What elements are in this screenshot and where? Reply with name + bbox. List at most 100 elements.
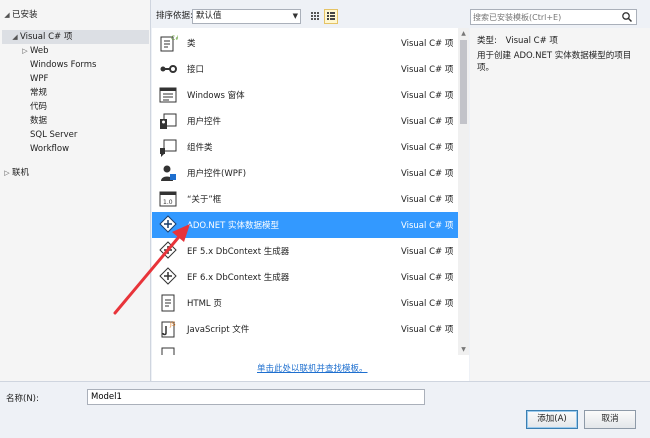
template-item-ef5-generator[interactable]: EF 5.x DbContext 生成器 Visual C# 项 [152, 238, 458, 264]
template-name: 接口 [187, 65, 205, 75]
grid-view-button[interactable] [308, 9, 322, 24]
template-type: Visual C# 项 [401, 221, 454, 231]
scroll-thumb[interactable] [460, 40, 467, 124]
search-input[interactable] [473, 11, 618, 23]
template-item-javascript-file[interactable]: JS JavaScript 文件 Visual C# 项 [152, 316, 458, 342]
details-pane: 类型: Visual C# 项 用于创建 ADO.NET 实体数据模型的项目项。 [470, 28, 650, 381]
tree-label-workflow: Workflow [30, 144, 70, 154]
details-description: 用于创建 ADO.NET 实体数据模型的项目项。 [477, 51, 632, 73]
template-type: Visual C# 项 [401, 247, 454, 257]
javascript-file-icon: JS [161, 321, 176, 338]
template-name: HTML 页 [187, 299, 222, 309]
chevron-down-icon: ▼ [292, 12, 298, 20]
svg-text:JS: JS [169, 321, 176, 328]
template-type: Visual C# 项 [401, 117, 454, 127]
list-view-button[interactable] [324, 9, 338, 24]
list-view-icon [327, 12, 335, 20]
cancel-button[interactable]: 取消 [584, 410, 636, 429]
html-page-icon [161, 294, 175, 312]
template-item-partial[interactable] [152, 342, 458, 355]
tree-label-installed: 已安装 [12, 10, 38, 20]
tree-label-windows-forms: Windows Forms [30, 60, 97, 70]
interface-icon [160, 65, 177, 73]
template-type: Visual C# 项 [401, 325, 454, 335]
template-type: Visual C# 项 [401, 143, 454, 153]
online-templates-link[interactable]: 单击此处以联机并查找模板。 [257, 362, 368, 374]
search-icon[interactable] [621, 11, 633, 23]
tree-label-general: 常规 [30, 88, 48, 98]
tree-item-data[interactable]: 数据 [30, 114, 47, 128]
user-control-icon [160, 113, 177, 129]
template-name: Windows 窗体 [187, 91, 245, 101]
template-item-class[interactable]: C# 类 Visual C# 项 [152, 30, 458, 56]
tree-item-sql-server[interactable]: SQL Server [30, 128, 77, 142]
name-label: 名称(N): [6, 394, 39, 404]
template-name: “关于”框 [187, 195, 222, 205]
collapse-arrow-icon[interactable]: ◢ [2, 8, 12, 22]
tree-label-wpf: WPF [30, 74, 49, 84]
template-name: ADO.NET 实体数据模型 [187, 221, 280, 231]
details-type-value: Visual C# 项 [505, 36, 558, 46]
add-button[interactable]: 添加(A) [526, 410, 578, 429]
template-item-wpf-user-control[interactable]: 用户控件(WPF) Visual C# 项 [152, 160, 458, 186]
template-type: Visual C# 项 [401, 195, 454, 205]
template-type: Visual C# 项 [401, 65, 454, 75]
tree-label-data: 数据 [30, 116, 48, 126]
online-link-area: 单击此处以联机并查找模板。 [152, 355, 469, 381]
template-item-html-page[interactable]: HTML 页 Visual C# 项 [152, 290, 458, 316]
entity-model-icon [159, 215, 177, 233]
tree-item-installed[interactable]: ◢ 已安装 [2, 8, 38, 22]
tree-item-general[interactable]: 常规 [30, 86, 47, 100]
tree-item-online[interactable]: ▷ 联机 [2, 166, 29, 180]
template-list: C# 类 Visual C# 项 接口 Visual C# 项 Windows … [152, 28, 458, 355]
list-toolbar: 排序依据: 默认值 ▼ [152, 0, 464, 28]
dialog-footer: 名称(N): 添加(A) 取消 [0, 381, 650, 438]
sort-dropdown[interactable]: 默认值 ▼ [192, 9, 301, 24]
tree-item-web[interactable]: ▷ Web [20, 44, 49, 58]
expand-arrow-icon[interactable]: ▷ [2, 166, 12, 180]
collapse-arrow-icon[interactable]: ◢ [10, 30, 20, 44]
name-input[interactable] [87, 389, 425, 405]
scroll-down-icon[interactable]: ▼ [458, 346, 469, 353]
tree-item-workflow[interactable]: Workflow [30, 142, 69, 156]
template-name: 用户控件 [187, 117, 222, 127]
template-name: 组件类 [187, 143, 213, 153]
scroll-up-icon[interactable]: ▲ [458, 30, 469, 37]
template-name: EF 5.x DbContext 生成器 [187, 247, 290, 257]
list-scrollbar[interactable]: ▲ ▼ [458, 28, 469, 355]
tree-item-code[interactable]: 代码 [30, 100, 47, 114]
wpf-user-control-icon [161, 165, 176, 181]
tree-label-code: 代码 [30, 102, 48, 112]
template-item-about-box[interactable]: 1.0 “关于”框 Visual C# 项 [152, 186, 458, 212]
tree-label-web: Web [30, 46, 49, 56]
svg-text:C#: C# [171, 35, 178, 42]
template-tree: ◢ 已安装 ◢ Visual C# 项 ▷ Web Windows Forms WPF… [0, 0, 151, 381]
tree-item-wpf[interactable]: WPF [30, 72, 48, 86]
form-icon [159, 87, 177, 103]
class-icon: C# [160, 35, 178, 52]
template-item-ef6-generator[interactable]: EF 6.x DbContext 生成器 Visual C# 项 [152, 264, 458, 290]
template-item-windows-form[interactable]: Windows 窗体 Visual C# 项 [152, 82, 458, 108]
template-type: Visual C# 项 [401, 169, 454, 179]
sort-label: 排序依据: [156, 11, 193, 21]
tree-label-visual-cs: Visual C# 项 [20, 32, 73, 42]
template-item-interface[interactable]: 接口 Visual C# 项 [152, 56, 458, 82]
template-type: Visual C# 项 [401, 91, 454, 101]
expand-arrow-icon[interactable]: ▷ [20, 44, 30, 58]
template-name: 用户控件(WPF) [187, 169, 247, 179]
tree-item-windows-forms[interactable]: Windows Forms [30, 58, 97, 72]
template-name: EF 6.x DbContext 生成器 [187, 273, 290, 283]
template-item-ado-net-entity-model[interactable]: ADO.NET 实体数据模型 Visual C# 项 [152, 212, 458, 238]
template-type: Visual C# 项 [401, 273, 454, 283]
search-box[interactable] [470, 9, 637, 25]
tree-label-sql-server: SQL Server [30, 130, 78, 140]
template-type: Visual C# 项 [401, 299, 454, 309]
svg-text:1.0: 1.0 [163, 199, 173, 206]
component-icon [160, 139, 177, 157]
file-icon [161, 347, 175, 355]
template-item-user-control[interactable]: 用户控件 Visual C# 项 [152, 108, 458, 134]
grid-view-icon [311, 12, 319, 20]
template-item-component-class[interactable]: 组件类 Visual C# 项 [152, 134, 458, 160]
sort-value: 默认值 [196, 11, 222, 21]
tree-item-visual-cs[interactable]: ◢ Visual C# 项 [2, 30, 149, 44]
